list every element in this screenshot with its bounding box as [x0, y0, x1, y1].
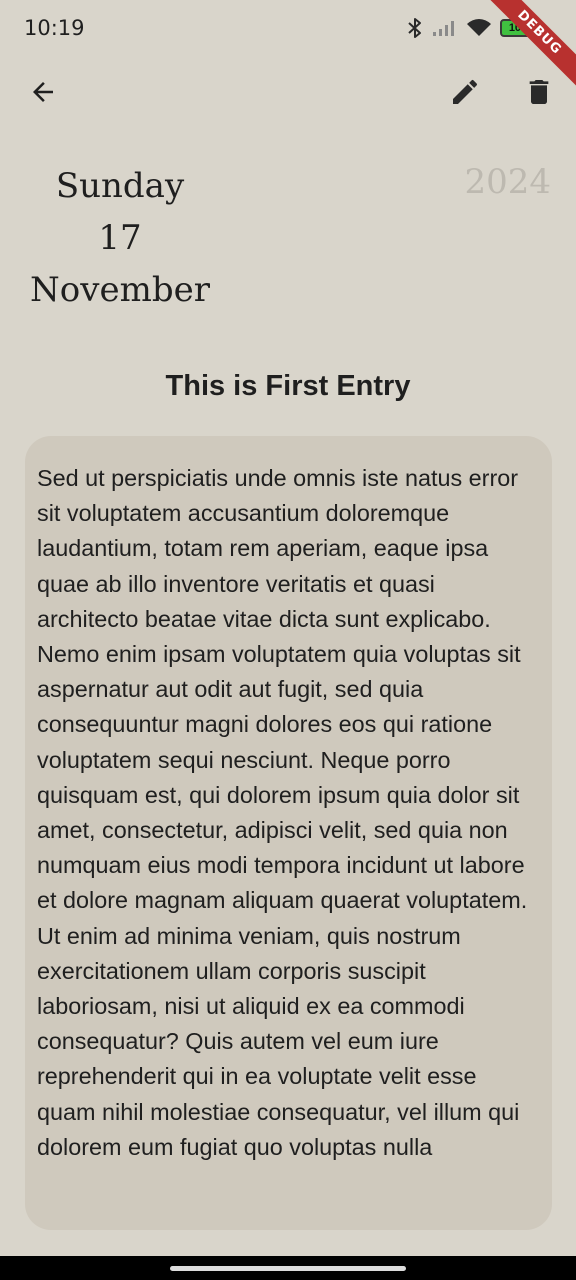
entry-month: November: [30, 270, 210, 310]
entry-body: Sed ut perspiciatis unde omnis iste natu…: [37, 465, 528, 1160]
entry-year: 2024: [464, 162, 551, 202]
entry-day: 17: [98, 218, 142, 258]
home-gesture-handle[interactable]: [170, 1266, 406, 1271]
edit-button[interactable]: [441, 70, 489, 118]
signal-icon: [432, 19, 458, 37]
bluetooth-icon: [406, 17, 424, 39]
entry-title: This is First Entry: [165, 370, 411, 402]
edit-icon: [449, 76, 481, 113]
entry-content-card: Sed ut perspiciatis unde omnis iste natu…: [25, 436, 552, 1230]
status-time: 10:19: [24, 16, 85, 40]
app-bar: [0, 62, 576, 126]
back-button[interactable]: [19, 70, 67, 118]
entry-date: Sunday 17 November: [18, 160, 222, 316]
entry-weekday: Sunday: [55, 166, 185, 206]
delete-button[interactable]: [515, 70, 563, 118]
wifi-icon: [466, 18, 492, 38]
delete-icon: [523, 76, 555, 113]
arrow-back-icon: [28, 77, 58, 112]
status-bar: 10:19 100 DEBUG: [0, 0, 576, 94]
system-navigation-bar: [0, 1256, 576, 1280]
